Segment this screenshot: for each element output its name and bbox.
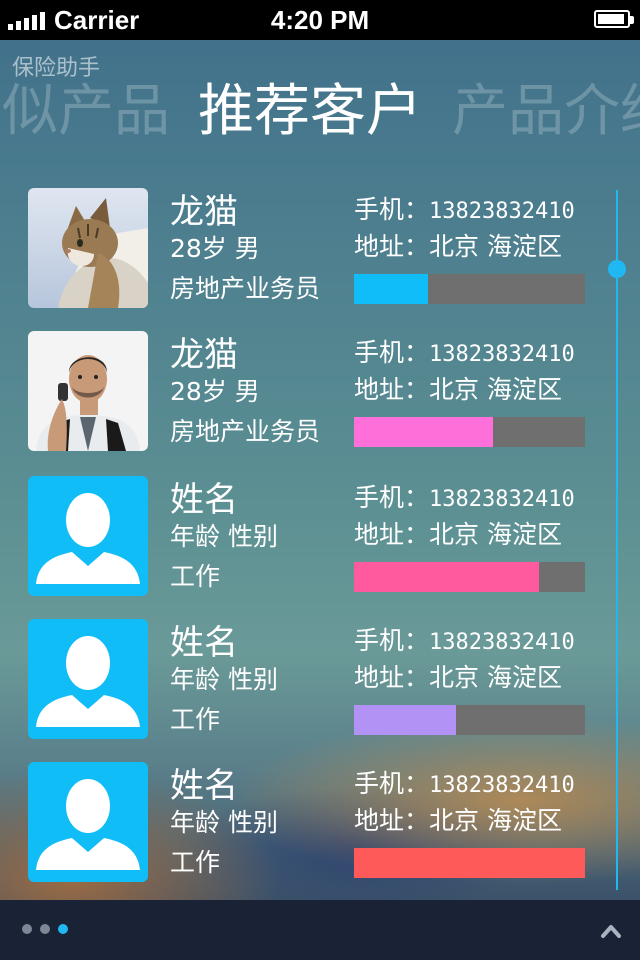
phone-label: 手机： [354, 626, 430, 655]
customer-age-gender: 年龄 性别 [170, 522, 278, 551]
page-dot[interactable] [58, 924, 68, 934]
customer-age-gender: 28岁 男 [170, 377, 260, 406]
progress-fill [354, 417, 493, 447]
customer-progress-bar [354, 274, 585, 304]
customer-progress-bar [354, 848, 585, 878]
tab-recommended-customers[interactable]: 推荐客户 [198, 78, 422, 146]
progress-fill [354, 274, 428, 304]
customer-job: 工作 [170, 848, 221, 877]
customer-phone: 手机：13823832410 [354, 625, 575, 659]
progress-fill [354, 848, 585, 878]
customer-phone: 手机：13823832410 [354, 194, 575, 228]
customer-progress-bar [354, 417, 585, 447]
page-dot[interactable] [22, 924, 32, 934]
default-user-icon [28, 619, 148, 739]
progress-fill [354, 705, 456, 735]
customer-card[interactable]: 龙猫 28岁 男 房地产业务员 手机：13823832410 地址：北京 海淀区 [28, 188, 588, 308]
scroll-track[interactable] [616, 190, 618, 890]
status-time: 4:20 PM [270, 5, 370, 35]
phone-label: 手机： [354, 195, 430, 224]
customer-job: 工作 [170, 705, 221, 734]
customer-card[interactable]: 姓名 年龄 性别 工作 手机：13823832410 地址：北京 海淀区 [28, 476, 588, 596]
customer-address: 地址：北京 海淀区 [354, 232, 562, 261]
customer-name: 姓名 [170, 623, 238, 663]
phone-number: 13823832410 [429, 487, 575, 512]
customer-age-gender: 年龄 性别 [170, 665, 278, 694]
avatar [28, 476, 148, 596]
customer-phone: 手机：13823832410 [354, 482, 575, 516]
phone-label: 手机： [354, 769, 430, 798]
status-bar: Carrier 4:20 PM [0, 0, 640, 40]
customer-job: 工作 [170, 562, 221, 591]
avatar [28, 762, 148, 882]
scroll-thumb[interactable] [608, 260, 626, 278]
tab-similar-products[interactable]: 类似产品 [0, 78, 170, 146]
phone-label: 手机： [354, 338, 430, 367]
progress-fill [354, 562, 539, 592]
phone-number: 13823832410 [429, 773, 575, 798]
customer-address: 地址：北京 海淀区 [354, 520, 562, 549]
bottom-bar [0, 900, 640, 960]
default-user-icon [28, 476, 148, 596]
customer-name: 龙猫 [170, 335, 238, 375]
tab-product-intro[interactable]: 产品介绍 [452, 78, 640, 146]
customer-address: 地址：北京 海淀区 [354, 806, 562, 835]
customer-card[interactable]: 龙猫 28岁 男 房地产业务员 手机：13823832410 地址：北京 海淀区 [28, 331, 588, 451]
customer-age-gender: 28岁 男 [170, 234, 260, 263]
page-indicator[interactable] [22, 924, 68, 934]
customer-job: 房地产业务员 [170, 417, 321, 446]
phone-label: 手机： [354, 483, 430, 512]
customer-name: 龙猫 [170, 192, 238, 232]
customer-name: 姓名 [170, 480, 238, 520]
customer-name: 姓名 [170, 766, 238, 806]
page-dot[interactable] [40, 924, 50, 934]
cat-photo-icon [28, 188, 148, 308]
phone-number: 13823832410 [429, 199, 575, 224]
customer-card[interactable]: 姓名 年龄 性别 工作 手机：13823832410 地址：北京 海淀区 [28, 619, 588, 739]
customer-address: 地址：北京 海淀区 [354, 663, 562, 692]
default-user-icon [28, 762, 148, 882]
customer-age-gender: 年龄 性别 [170, 808, 278, 837]
customer-job: 房地产业务员 [170, 274, 321, 303]
avatar [28, 188, 148, 308]
customer-progress-bar [354, 705, 585, 735]
avatar [28, 331, 148, 451]
customer-progress-bar [354, 562, 585, 592]
phone-number: 13823832410 [429, 342, 575, 367]
customer-card[interactable]: 姓名 年龄 性别 工作 手机：13823832410 地址：北京 海淀区 [28, 762, 588, 882]
avatar [28, 619, 148, 739]
phone-number: 13823832410 [429, 630, 575, 655]
chevron-up-icon[interactable] [600, 920, 622, 942]
customer-address: 地址：北京 海淀区 [354, 375, 562, 404]
battery-icon [594, 10, 634, 28]
customer-phone: 手机：13823832410 [354, 768, 575, 802]
man-photo-icon [28, 331, 148, 451]
customer-phone: 手机：13823832410 [354, 337, 575, 371]
